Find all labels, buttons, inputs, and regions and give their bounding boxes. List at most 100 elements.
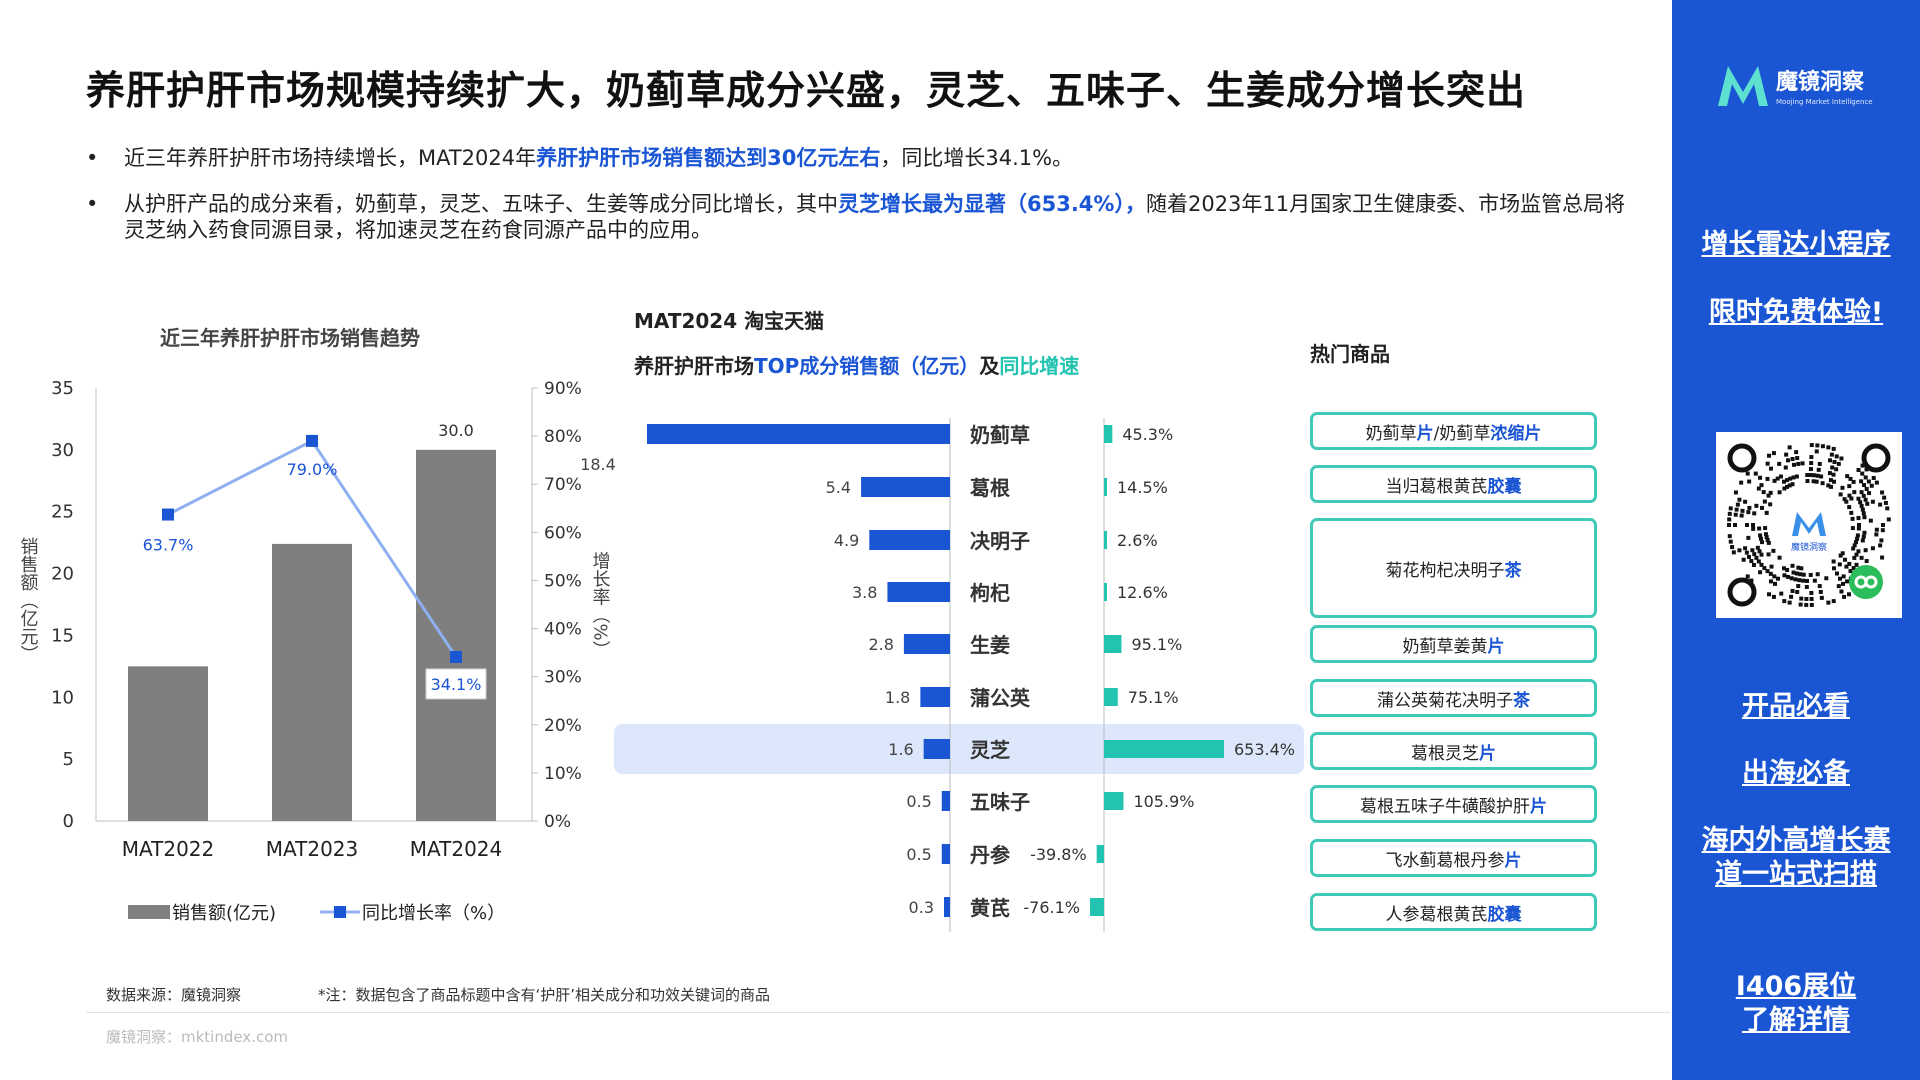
- growth-data-label: 105.9%: [1133, 792, 1194, 811]
- category-label: 决明子: [970, 529, 1030, 553]
- product-text: 蒲公英菊花决明子: [1377, 690, 1513, 711]
- bullet-1: • 近三年养肝护肝市场持续增长，MAT2024年养肝护肝市场销售额达到30亿元左右…: [84, 145, 1644, 171]
- logo-m-icon: [1718, 66, 1768, 106]
- category-label: 葛根: [969, 476, 1010, 500]
- y-tick-label: 5: [63, 749, 74, 770]
- product-text: 菊花枸杞决明子: [1385, 560, 1505, 581]
- growth-bar: [1090, 898, 1104, 916]
- sales-bar: [923, 739, 950, 759]
- y2-tick-label: 90%: [544, 379, 582, 399]
- y2-tick-label: 80%: [544, 427, 582, 447]
- sidebar-link-product-dev[interactable]: 开品必看: [1672, 690, 1920, 724]
- product-text: 飞水蓟葛根丹参: [1385, 850, 1505, 871]
- product-item[interactable]: 当归葛根黄芪 胶囊: [1310, 465, 1597, 503]
- y-tick-label: 30: [51, 440, 74, 461]
- sidebar-link-growth-radar[interactable]: 增长雷达小程序: [1672, 228, 1920, 262]
- footer-site[interactable]: 魔镜洞察：mktindex.com: [106, 1026, 288, 1047]
- product-text: 奶蓟草: [1365, 423, 1417, 444]
- sales-data-label: 5.4: [826, 478, 851, 497]
- page-title: 养肝护肝市场规模持续扩大，奶蓟草成分兴盛，灵芝、五味子、生姜成分增长突出: [86, 69, 1527, 114]
- sidebar-link-free-trial[interactable]: 限时免费体验!: [1672, 296, 1920, 330]
- product-text: 葛根五味子牛磺酸护肝: [1360, 796, 1530, 817]
- growth-data-label: 2.6%: [1117, 531, 1158, 550]
- product-item[interactable]: 奶蓟草片/奶蓟草 浓缩片: [1310, 412, 1597, 450]
- growth-point: [162, 508, 174, 521]
- legend-label: 销售额(亿元): [172, 903, 276, 924]
- growth-point: [450, 650, 462, 663]
- growth-bar: [1096, 845, 1104, 863]
- growth-data-label: 95.1%: [1131, 635, 1182, 654]
- bullet-highlight: 灵芝增长最为显著（653.4%），: [838, 192, 1146, 216]
- qr-code-icon: 魔镜洞察: [1716, 432, 1902, 618]
- category-label: 枸杞: [970, 581, 1010, 605]
- growth-bar: [1104, 583, 1107, 601]
- growth-data-label: -76.1%: [1023, 898, 1080, 917]
- logo-name: 魔镜洞察: [1776, 70, 1865, 95]
- product-text: 片: [1530, 796, 1547, 817]
- y2-tick-label: 40%: [544, 620, 582, 640]
- x-tick-label: MAT2022: [122, 837, 215, 861]
- sales-bar: [941, 791, 950, 811]
- growth-data-label: 34.1%: [431, 675, 482, 694]
- bullet-text: 从护肝产品的成分来看，奶蓟草，灵芝、五味子、生姜等成分同比增长，其中: [124, 192, 838, 216]
- product-item[interactable]: 奶蓟草姜黄片: [1310, 625, 1597, 663]
- product-item[interactable]: 菊花枸杞决明子茶: [1310, 518, 1597, 618]
- mid-chart-title-1: MAT2024 淘宝天猫: [634, 309, 825, 333]
- product-item[interactable]: 蒲公英菊花决明子茶: [1310, 679, 1597, 717]
- product-text: 胶囊: [1487, 904, 1522, 925]
- sales-data-label: 1.8: [885, 688, 910, 707]
- sales-bar: [861, 477, 950, 497]
- category-label: 生姜: [970, 633, 1010, 657]
- y2-tick-label: 0%: [544, 812, 571, 832]
- category-label: 丹参: [970, 843, 1010, 867]
- summary-bullets: • 近三年养肝护肝市场持续增长，MAT2024年养肝护肝市场销售额达到30亿元左右…: [84, 145, 1644, 263]
- growth-point: [306, 434, 318, 447]
- product-text: /奶蓟草: [1433, 423, 1491, 444]
- product-text: 浓缩片: [1490, 423, 1542, 444]
- y-tick-label: 35: [51, 378, 74, 399]
- bullet-highlight: 养肝护肝市场销售额达到30亿元左右: [536, 146, 881, 170]
- sales-data-label: 0.5: [906, 845, 931, 864]
- bullet-text: ，同比增长34.1%。: [880, 146, 1074, 170]
- qr-code[interactable]: 魔镜洞察: [1716, 432, 1902, 618]
- growth-data-label: 63.7%: [143, 536, 194, 555]
- legend-swatch-bar: [128, 905, 170, 919]
- growth-data-label: 75.1%: [1128, 688, 1179, 707]
- growth-data-label: 79.0%: [287, 460, 338, 479]
- bullet-2: • 从护肝产品的成分来看，奶蓟草，灵芝、五味子、生姜等成分同比增长，其中灵芝增长最…: [84, 191, 1644, 243]
- product-text: 茶: [1504, 560, 1522, 581]
- bar-sales: [128, 666, 208, 821]
- sidebar-link-overseas[interactable]: 出海必备: [1672, 757, 1920, 791]
- y2-tick-label: 60%: [544, 523, 582, 543]
- category-label: 蒲公英: [970, 686, 1031, 710]
- sidebar-link-booth[interactable]: I406展位了解详情: [1672, 970, 1920, 1038]
- product-text: 茶: [1513, 690, 1530, 711]
- product-item[interactable]: 葛根五味子牛磺酸护肝片: [1310, 785, 1597, 823]
- product-item[interactable]: 人参葛根黄芪 胶囊: [1310, 893, 1597, 931]
- product-item[interactable]: 葛根灵芝片: [1310, 732, 1597, 770]
- sales-bar: [941, 844, 950, 864]
- bullet-text: 近三年养肝护肝市场持续增长，MAT2024年: [124, 146, 537, 170]
- footer-note: *注：数据包含了商品标题中含有‘护肝’相关成分和功效关键词的商品: [318, 986, 771, 1004]
- x-tick-label: MAT2023: [266, 837, 359, 861]
- y-tick-label: 0: [63, 811, 74, 832]
- left-chart-title: 近三年养肝护肝市场销售趋势: [160, 326, 420, 350]
- y2-tick-label: 10%: [544, 764, 582, 784]
- product-text: 片: [1479, 743, 1496, 764]
- sales-data-label: 18.4: [580, 455, 616, 474]
- product-item[interactable]: 飞水蓟葛根丹参片: [1310, 839, 1597, 877]
- bar-data-label: 30.0: [438, 421, 474, 440]
- growth-bar: [1104, 740, 1224, 758]
- sidebar-link-track-scan[interactable]: 海内外高增长赛道一站式扫描: [1672, 824, 1920, 892]
- product-text: 片: [1504, 850, 1522, 871]
- y-tick-label: 15: [51, 625, 74, 646]
- y-tick-label: 20: [51, 564, 74, 585]
- qr-label: 魔镜洞察: [1791, 541, 1827, 553]
- y-tick-label: 25: [51, 502, 74, 523]
- product-text: 人参葛根黄芪: [1385, 904, 1488, 925]
- growth-data-label: 12.6%: [1117, 583, 1168, 602]
- bullet-dot: •: [86, 146, 99, 170]
- x-tick-label: MAT2024: [410, 837, 503, 861]
- product-text: 片: [1416, 423, 1434, 444]
- sales-bar: [647, 424, 950, 444]
